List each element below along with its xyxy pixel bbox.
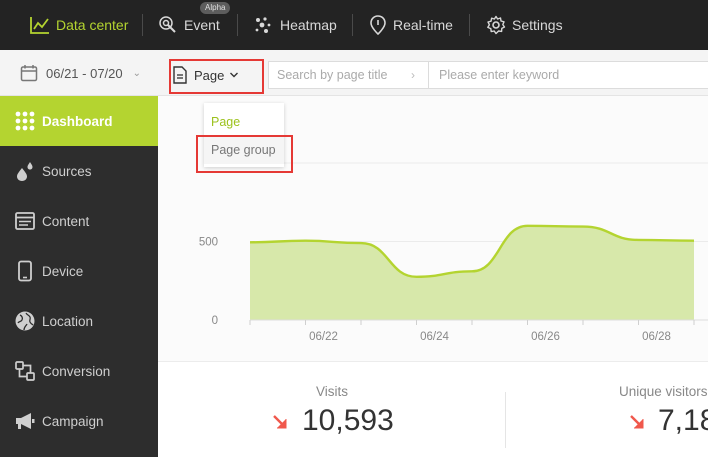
sidebar-item-label: Content (42, 213, 90, 229)
search-divider (428, 62, 429, 88)
nav-label: Event (184, 17, 220, 33)
sidebar-item-device[interactable]: Device (0, 246, 158, 296)
location-pin-icon (370, 15, 386, 35)
sidebar-item-label: Device (42, 263, 84, 279)
dropdown-option-label: Page (211, 115, 241, 129)
browser-icon (15, 212, 35, 230)
highlight-page-group (196, 135, 293, 173)
line-chart-icon (30, 17, 49, 34)
nav-label: Real-time (393, 17, 453, 33)
sidebar-item-label: Sources (42, 163, 92, 179)
nav-heatmap[interactable]: Heatmap (254, 0, 337, 50)
sidebar-item-label: Dashboard (42, 113, 113, 129)
sidebar-item-campaign[interactable]: Campaign (0, 396, 158, 446)
heatmap-icon (255, 17, 271, 33)
nav-divider (142, 14, 143, 36)
stats-row: Visits 10,593 Unique visitors 7,18 (158, 362, 708, 457)
date-range-label: 06/21 - 07/20 (46, 65, 123, 81)
sidebar-item-location[interactable]: Location (0, 296, 158, 346)
visits-value: 10,593 (302, 404, 394, 437)
nav-label: Settings (512, 17, 563, 33)
y-tick-label: 500 (199, 237, 218, 249)
nav-settings[interactable]: Settings (486, 0, 563, 50)
calendar-icon (20, 65, 38, 82)
top-navigation: Data center Event Alpha Heatmap Real-tim… (0, 0, 708, 50)
search-box: Search by page title › (268, 61, 708, 89)
alpha-badge: Alpha (200, 2, 231, 14)
trend-down-arrow-icon (630, 415, 644, 429)
touch-icon (159, 16, 176, 33)
toolbar: 06/21 - 07/20 ⌄ Page Search by page titl… (0, 50, 708, 96)
y-tick-label: 0 (212, 315, 218, 327)
sidebar-item-label: Conversion (42, 363, 111, 379)
nav-divider (469, 14, 470, 36)
sidebar-item-label: Location (42, 313, 94, 329)
phone-icon (18, 260, 32, 282)
stats-divider (505, 392, 506, 448)
dropdown-option-page[interactable]: Page (204, 108, 284, 136)
nav-divider (352, 14, 353, 36)
sidebar-item-label: Campaign (42, 413, 104, 429)
sidebar: Dashboard Sources Content Device Locatio… (0, 96, 158, 457)
nav-label: Heatmap (280, 17, 337, 33)
x-tick-label: 06/24 (420, 331, 449, 343)
globe-icon (15, 311, 35, 331)
drops-icon (17, 162, 33, 181)
date-range-picker[interactable]: 06/21 - 07/20 ⌄ (0, 50, 158, 96)
x-tick-label: 06/28 (642, 331, 671, 343)
search-scope-select[interactable]: Search by page title (277, 62, 388, 88)
nav-divider (237, 14, 238, 36)
flow-icon (15, 361, 35, 381)
sidebar-item-sources[interactable]: Sources (0, 146, 158, 196)
grid-icon (15, 111, 35, 131)
x-tick-label: 06/26 (531, 331, 560, 343)
chevron-down-icon: ⌄ (132, 67, 142, 79)
visits-label: Visits (316, 384, 349, 399)
gear-icon (487, 15, 506, 35)
unique-visitors-label: Unique visitors (619, 384, 708, 399)
nav-event[interactable]: Event Alpha (158, 0, 231, 50)
megaphone-icon (16, 413, 35, 429)
x-tick-label: 06/22 (309, 331, 338, 343)
search-scope-label: Search by page title (277, 68, 388, 82)
sidebar-item-content[interactable]: Content (0, 196, 158, 246)
chevron-right-icon: › (411, 68, 415, 82)
nav-data-center[interactable]: Data center (30, 0, 128, 50)
keyword-input[interactable] (439, 65, 699, 85)
sidebar-item-dashboard[interactable]: Dashboard (0, 96, 158, 146)
trend-down-arrow-icon (273, 415, 287, 429)
sidebar-item-conversion[interactable]: Conversion (0, 346, 158, 396)
nav-label: Data center (56, 17, 129, 33)
nav-real-time[interactable]: Real-time (369, 0, 453, 50)
highlight-page-select (169, 59, 264, 94)
unique-visitors-value: 7,18 (658, 404, 708, 437)
